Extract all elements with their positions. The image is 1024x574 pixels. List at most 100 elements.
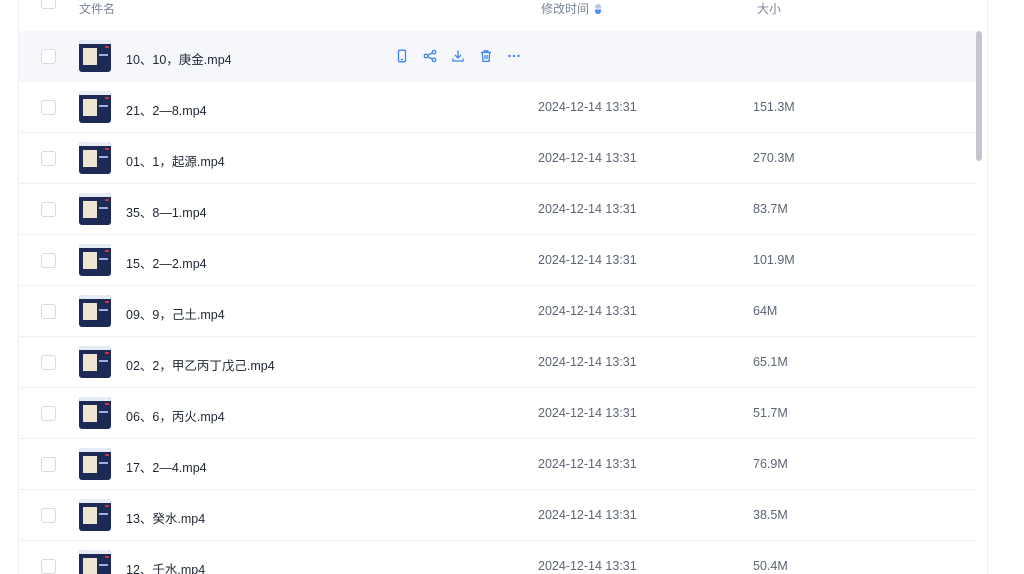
thumbnail-picture [83, 150, 97, 167]
file-size: 65.1M [753, 355, 788, 369]
phone-icon[interactable] [393, 47, 411, 65]
row-checkbox[interactable] [41, 304, 56, 319]
thumbnail-line [99, 156, 108, 158]
file-size: 101.9M [753, 253, 795, 267]
file-name[interactable]: 15、2—2.mp4 [126, 253, 207, 272]
file-row[interactable]: 12、壬水.mp4 2024-12-14 13:31 50.4M [19, 541, 977, 574]
table-header: 文件名 修改时间 大小 [19, 0, 987, 22]
file-size: 51.7M [753, 406, 788, 420]
file-name[interactable]: 17、2—4.mp4 [126, 457, 207, 476]
column-header-time-label: 修改时间 [541, 2, 590, 16]
video-thumbnail[interactable] [79, 346, 111, 378]
thumbnail-dot [105, 46, 109, 48]
row-checkbox[interactable] [41, 559, 56, 574]
file-row[interactable]: 35、8—1.mp4 2024-12-14 13:31 83.7M [19, 184, 977, 235]
file-name[interactable]: 10、10，庚金.mp4 [126, 49, 232, 68]
file-name[interactable]: 13、癸水.mp4 [126, 508, 205, 527]
share-icon[interactable] [421, 47, 439, 65]
thumbnail-dot [105, 352, 109, 354]
thumbnail-dot [105, 505, 109, 507]
thumbnail-band [79, 193, 111, 197]
row-checkbox[interactable] [41, 508, 56, 523]
thumbnail-band [79, 346, 111, 350]
thumbnail-picture [83, 48, 97, 65]
row-checkbox[interactable] [41, 253, 56, 268]
video-thumbnail[interactable] [79, 499, 111, 531]
file-row[interactable]: 21、2—8.mp4 2024-12-14 13:31 151.3M [19, 82, 977, 133]
thumbnail-line [99, 360, 108, 362]
thumbnail-dot [105, 454, 109, 456]
thumbnail-dot [105, 556, 109, 558]
file-modified-time: 2024-12-14 13:31 [538, 508, 637, 522]
file-size: 64M [753, 304, 778, 318]
file-row[interactable]: 17、2—4.mp4 2024-12-14 13:31 76.9M [19, 439, 977, 490]
vertical-scrollbar[interactable] [976, 31, 982, 161]
file-size: 38.5M [753, 508, 788, 522]
file-modified-time: 2024-12-14 13:31 [538, 559, 637, 573]
row-checkbox[interactable] [41, 202, 56, 217]
video-thumbnail[interactable] [79, 193, 111, 225]
thumbnail-band [79, 142, 111, 146]
video-thumbnail[interactable] [79, 40, 111, 72]
file-name[interactable]: 09、9，己土.mp4 [126, 304, 225, 323]
trash-icon[interactable] [477, 47, 495, 65]
video-thumbnail[interactable] [79, 397, 111, 429]
file-modified-time: 2024-12-14 13:31 [538, 202, 637, 216]
file-row[interactable]: 13、癸水.mp4 2024-12-14 13:31 38.5M [19, 490, 977, 541]
thumbnail-line [99, 105, 108, 107]
thumbnail-line [99, 207, 108, 209]
file-name[interactable]: 06、6，丙火.mp4 [126, 406, 225, 425]
thumbnail-dot [105, 301, 109, 303]
thumbnail-band [79, 499, 111, 503]
row-checkbox[interactable] [41, 457, 56, 472]
file-modified-time: 2024-12-14 13:31 [538, 100, 637, 114]
thumbnail-picture [83, 303, 97, 320]
thumbnail-line [99, 462, 108, 464]
more-icon[interactable] [505, 47, 523, 65]
file-size: 76.9M [753, 457, 788, 471]
thumbnail-picture [83, 201, 97, 218]
video-thumbnail[interactable] [79, 448, 111, 480]
file-modified-time: 2024-12-14 13:31 [538, 355, 637, 369]
thumbnail-picture [83, 558, 97, 574]
video-thumbnail[interactable] [79, 142, 111, 174]
video-thumbnail[interactable] [79, 550, 111, 574]
video-thumbnail[interactable] [79, 295, 111, 327]
file-row[interactable]: 09、9，己土.mp4 2024-12-14 13:31 64M [19, 286, 977, 337]
file-size: 83.7M [753, 202, 788, 216]
thumbnail-picture [83, 507, 97, 524]
column-header-size[interactable]: 大小 [757, 0, 781, 17]
select-all-checkbox[interactable] [41, 0, 56, 9]
file-row[interactable]: 06、6，丙火.mp4 2024-12-14 13:31 51.7M [19, 388, 977, 439]
file-name[interactable]: 12、壬水.mp4 [126, 559, 205, 574]
thumbnail-line [99, 411, 108, 413]
thumbnail-line [99, 564, 108, 566]
video-thumbnail[interactable] [79, 244, 111, 276]
file-row[interactable]: 02、2，甲乙丙丁戊己.mp4 2024-12-14 13:31 65.1M [19, 337, 977, 388]
file-row[interactable]: 01、1，起源.mp4 2024-12-14 13:31 270.3M [19, 133, 977, 184]
row-checkbox[interactable] [41, 100, 56, 115]
row-checkbox[interactable] [41, 355, 56, 370]
file-name[interactable]: 01、1，起源.mp4 [126, 151, 225, 170]
file-table-body: 10、10，庚金.mp4 21、2—8.mp4 2024-12-14 13:31 15… [19, 31, 977, 574]
video-thumbnail[interactable] [79, 91, 111, 123]
thumbnail-band [79, 448, 111, 452]
file-size: 50.4M [753, 559, 788, 573]
file-name[interactable]: 21、2—8.mp4 [126, 100, 207, 119]
row-checkbox[interactable] [41, 406, 56, 421]
file-row[interactable]: 10、10，庚金.mp4 [19, 31, 977, 82]
thumbnail-dot [105, 97, 109, 99]
file-modified-time: 2024-12-14 13:31 [538, 304, 637, 318]
file-modified-time: 2024-12-14 13:31 [538, 253, 637, 267]
row-checkbox[interactable] [41, 151, 56, 166]
column-header-name[interactable]: 文件名 [79, 0, 115, 17]
row-checkbox[interactable] [41, 49, 56, 64]
column-header-time[interactable]: 修改时间 [541, 0, 602, 17]
download-icon[interactable] [449, 47, 467, 65]
file-name[interactable]: 02、2，甲乙丙丁戊己.mp4 [126, 355, 275, 374]
thumbnail-dot [105, 199, 109, 201]
file-name[interactable]: 35、8—1.mp4 [126, 202, 207, 221]
sort-icon[interactable] [595, 4, 602, 14]
thumbnail-line [99, 258, 108, 260]
file-row[interactable]: 15、2—2.mp4 2024-12-14 13:31 101.9M [19, 235, 977, 286]
